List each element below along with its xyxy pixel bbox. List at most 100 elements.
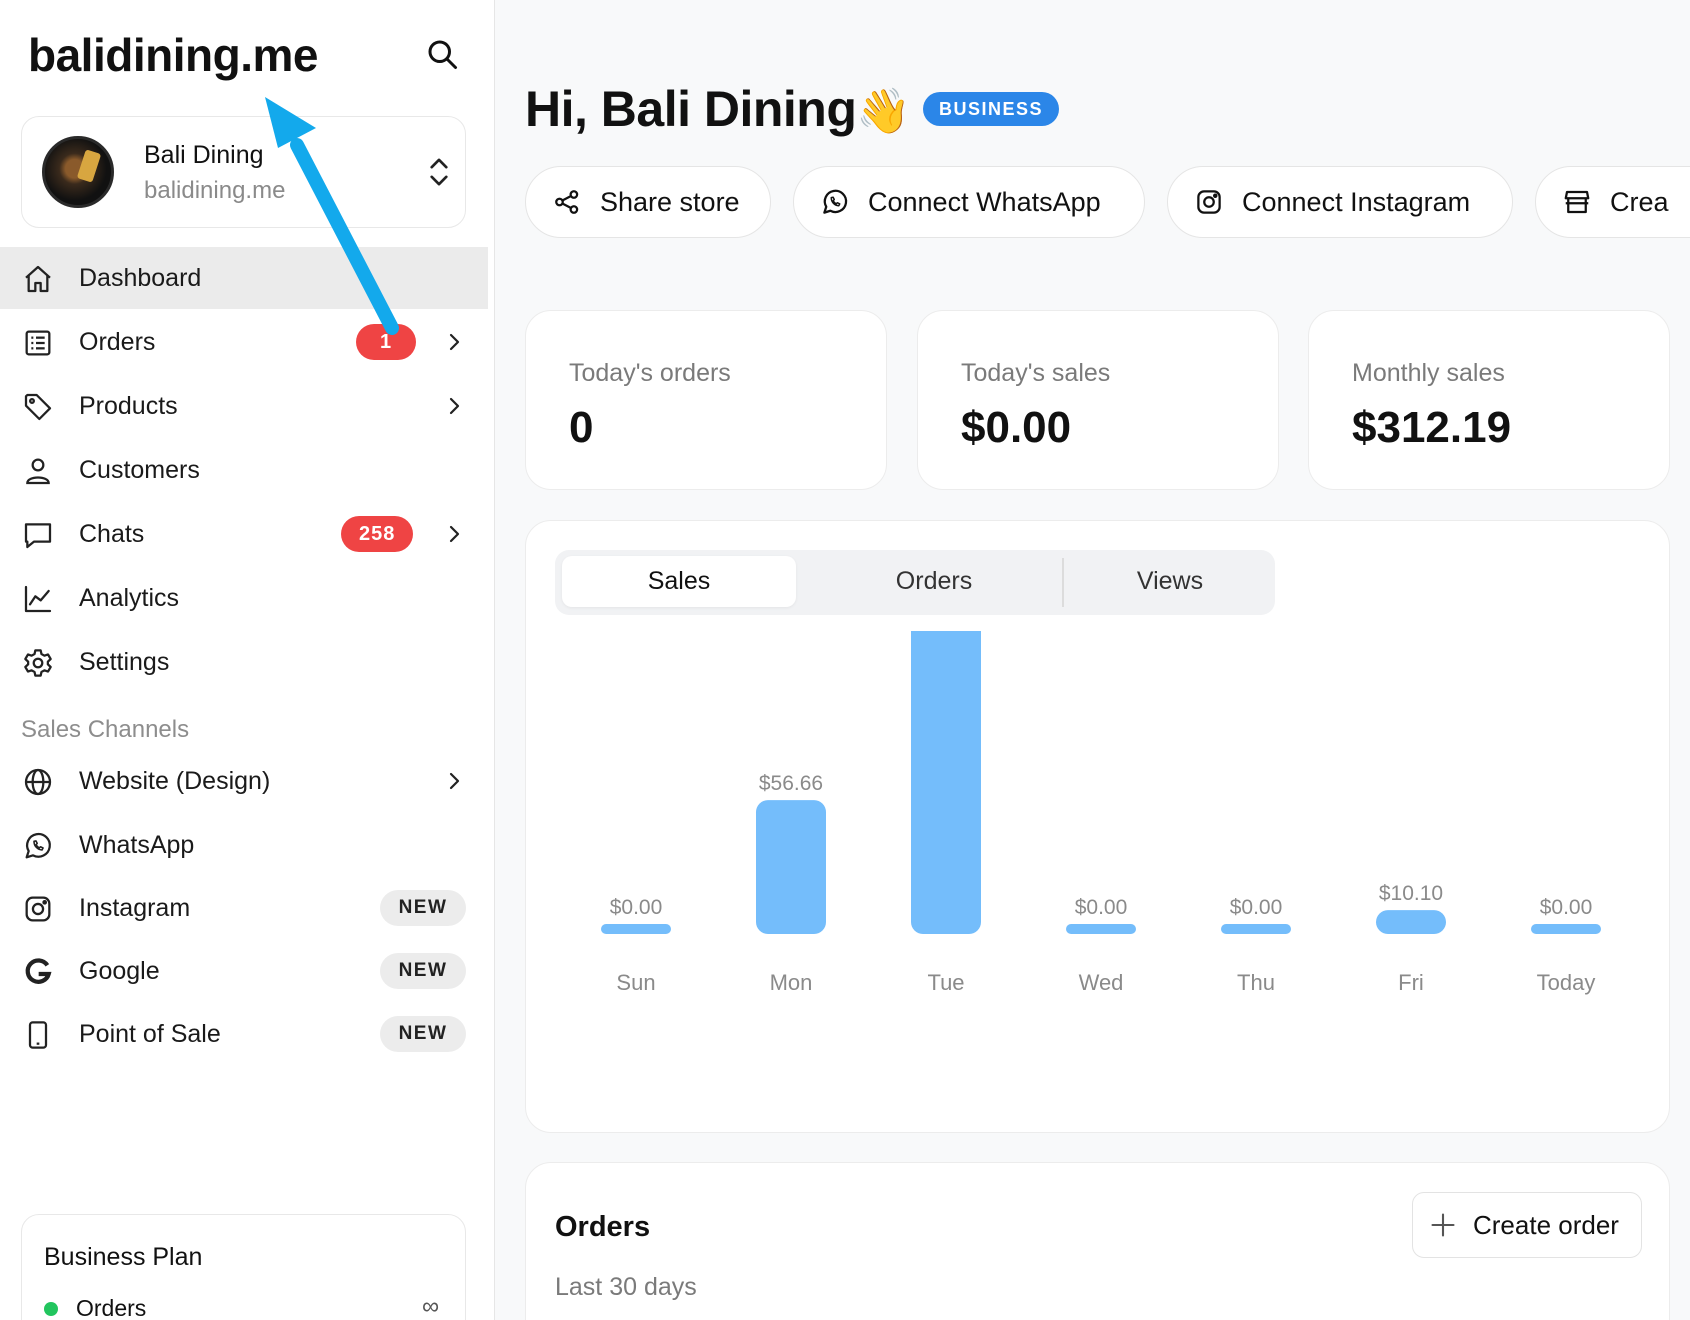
chart-bar-mon[interactable] [756,800,826,934]
business-plan-card[interactable]: Business Plan Orders ∞ [21,1214,466,1320]
plan-badge: BUSINESS [923,92,1060,126]
chevron-right-icon [449,525,460,543]
orders-section-subtitle: Last 30 days [555,1273,697,1301]
tab-orders[interactable]: Orders [817,556,1051,607]
create-order-button[interactable]: Create order [1412,1192,1642,1258]
stat-label: Monthly sales [1352,359,1505,387]
sidebar-item-website[interactable]: Website (Design) [0,750,488,812]
sidebar-item-instagram[interactable]: Instagram NEW [0,877,488,939]
connect-instagram-button[interactable]: Connect Instagram [1167,166,1513,238]
sales-bar-chart: $0.00Sun$56.66Mon$156.56Tue$0.00Wed$0.00… [601,631,1601,995]
plan-row-label: Orders [76,1295,147,1320]
stat-card-todays-sales: Today's sales $0.00 [917,310,1279,490]
sidebar-item-label: Orders [79,327,156,356]
share-store-label: Share store [600,186,740,217]
chart-x-tick-label: Today [1537,970,1596,995]
stat-value: $312.19 [1352,403,1512,452]
orders-count-badge: 1 [356,324,416,360]
stat-label: Today's orders [569,359,731,387]
new-badge: NEW [380,890,466,926]
sidebar-item-label: Website (Design) [79,766,271,795]
brand-title[interactable]: balidining.me [28,28,318,82]
sidebar-item-label: Instagram [79,893,191,922]
chart-bar-fri[interactable] [1376,910,1446,934]
stat-card-monthly-sales: Monthly sales $312.19 [1308,310,1670,490]
chart-value-label: $0.00 [610,896,663,919]
share-store-button[interactable]: Share store [525,166,771,238]
chart-value-label: $10.10 [1379,882,1443,905]
create-order-label: Create order [1473,1209,1619,1240]
create-store-button[interactable]: Crea [1535,166,1690,238]
chart-x-tick-label: Mon [770,970,813,995]
new-badge: NEW [380,953,466,989]
chevron-right-icon [449,772,460,790]
sidebar-item-google[interactable]: Google NEW [0,940,488,1002]
plus-icon [1431,1213,1455,1237]
home-icon [25,265,51,293]
connect-whatsapp-label: Connect WhatsApp [868,186,1101,217]
gear-icon [24,649,52,677]
sidebar-item-dashboard[interactable]: Dashboard [0,247,488,309]
globe-icon [24,768,52,796]
orders-section-title: Orders [555,1211,651,1243]
chart-bar-tue[interactable] [911,631,981,934]
stat-card-todays-orders: Today's orders 0 [525,310,887,490]
sidebar-item-products[interactable]: Products [0,375,488,437]
sidebar-item-settings[interactable]: Settings [0,631,488,693]
sales-chart-card: Sales Orders Views $0.00Sun$56.66Mon$156… [525,520,1670,1133]
sales-channels-heading: Sales Channels [21,716,190,743]
sidebar-item-analytics[interactable]: Analytics [0,567,488,629]
chevron-up-down-icon [430,158,448,186]
plan-title: Business Plan [44,1243,203,1271]
stat-value: $0.00 [961,403,1072,452]
sidebar-item-label: Analytics [79,583,180,612]
chart-x-tick-label: Thu [1237,970,1275,995]
search-icon[interactable] [424,36,460,72]
chat-icon [24,523,52,549]
sidebar-item-label: Dashboard [79,263,202,292]
quick-actions: Share store Connect WhatsApp Connect Ins… [525,166,1690,238]
list-icon [25,330,51,356]
sidebar-item-customers[interactable]: Customers [0,439,488,501]
tab-views[interactable]: Views [1053,556,1287,607]
chevron-right-icon [449,333,460,351]
chart-value-label: $0.00 [1230,896,1283,919]
tag-icon [24,393,52,421]
sidebar-item-label: WhatsApp [79,830,195,859]
chart-bar-sun[interactable] [601,924,671,934]
connect-whatsapp-button[interactable]: Connect WhatsApp [793,166,1145,238]
create-store-label: Crea [1610,186,1669,217]
sidebar-item-whatsapp[interactable]: WhatsApp [0,814,488,876]
whatsapp-icon [25,832,51,859]
store-switcher[interactable]: Bali Dining balidining.me [21,116,466,228]
wave-emoji: 👋 [856,87,911,136]
orders-section: Orders Last 30 days Create order [525,1162,1670,1320]
whatsapp-icon [823,189,848,214]
chart-bar-today[interactable] [1531,924,1601,934]
stat-value: 0 [569,403,594,452]
chart-bar-wed[interactable] [1066,924,1136,934]
tab-sales[interactable]: Sales [562,556,796,607]
chart-value-label: $56.66 [759,772,823,795]
chart-x-tick-label: Sun [616,970,655,995]
sidebar-item-label: Chats [79,519,145,548]
connect-instagram-label: Connect Instagram [1242,186,1471,217]
chart-bar-thu[interactable] [1221,924,1291,934]
chevron-right-icon [449,397,460,415]
sidebar-item-label: Products [79,391,178,420]
chart-x-tick-label: Wed [1079,970,1124,995]
chart-x-tick-label: Fri [1398,970,1424,995]
instagram-icon [1197,190,1221,214]
sidebar-item-chats[interactable]: Chats 258 [0,503,488,565]
chats-count-badge: 258 [341,516,414,552]
store-domain: balidining.me [144,177,286,204]
status-dot [44,1302,58,1316]
instagram-icon [25,896,51,922]
plan-row-value: ∞ [422,1293,440,1320]
sidebar-item-point-of-sale[interactable]: Point of Sale NEW [0,1003,488,1065]
chart-x-tick-label: Tue [927,970,964,995]
sidebar-item-label: Customers [79,455,200,484]
sidebar-item-orders[interactable]: Orders 1 [0,311,488,373]
user-icon [26,458,50,485]
sidebar-item-label: Point of Sale [79,1019,221,1048]
